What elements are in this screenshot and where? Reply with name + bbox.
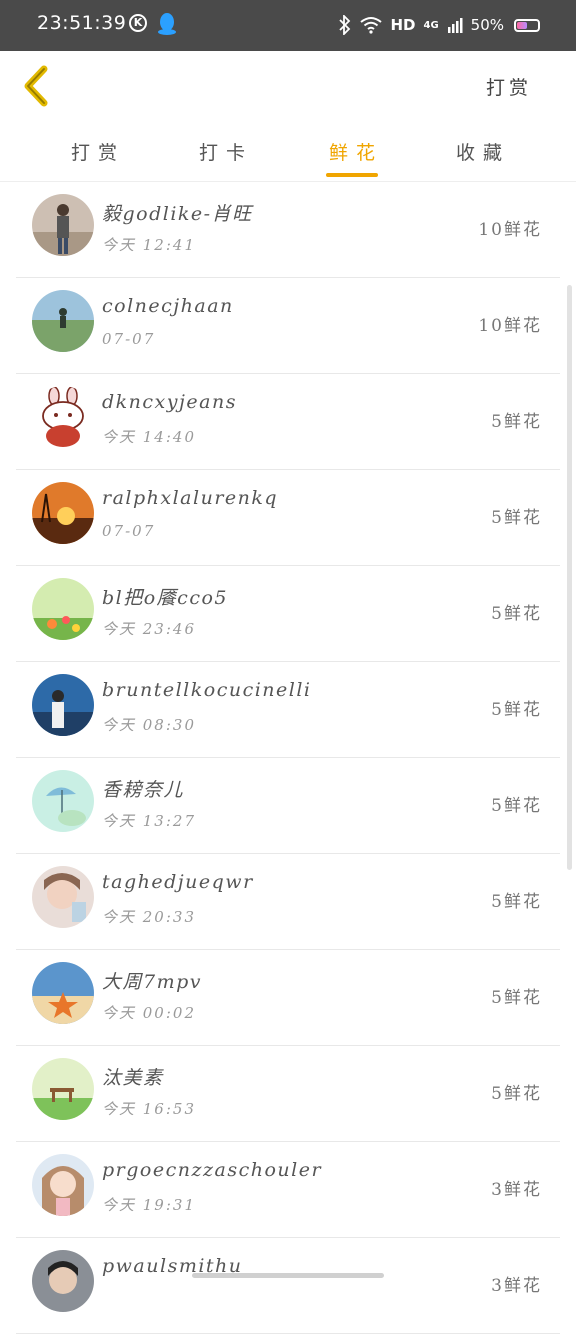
user-time: 今天 23:46: [102, 620, 196, 638]
avatar: [32, 770, 94, 832]
flower-count: 5鲜花: [491, 1084, 542, 1104]
list-item[interactable]: dkncxyjeans 今天 14:40 5鲜花: [16, 374, 560, 470]
list-item[interactable]: 香耪奈儿 今天 13:27 5鲜花: [16, 758, 560, 854]
user-time: 07-07: [102, 522, 156, 540]
user-time: 今天 16:53: [102, 1100, 196, 1118]
tab-checkin[interactable]: 打卡: [171, 138, 281, 165]
list-item[interactable]: bl把o餍cco5 今天 23:46 5鲜花: [16, 566, 560, 662]
k-badge-icon: K: [129, 14, 147, 32]
flower-count: 5鲜花: [491, 604, 542, 624]
avatar: [32, 578, 94, 640]
avatar: [32, 1154, 94, 1216]
user-name: 毅godlike-肖旺: [102, 203, 253, 225]
user-time: 今天 20:33: [102, 908, 196, 926]
list-item[interactable]: bruntellkocucinelli 今天 08:30 5鲜花: [16, 662, 560, 758]
avatar: [32, 1250, 94, 1312]
flower-count: 3鲜花: [491, 1276, 542, 1296]
flower-count: 10鲜花: [478, 220, 542, 240]
avatar: [32, 386, 94, 448]
status-bar: 23:51:39 K HD 4G 50%: [0, 0, 576, 51]
avatar: [32, 1058, 94, 1120]
qq-penguin-icon: [158, 13, 176, 35]
signal-icon: [447, 18, 463, 33]
list-item[interactable]: 汰美素 今天 16:53 5鲜花: [16, 1046, 560, 1142]
tab-reward[interactable]: 打赏: [43, 138, 153, 165]
flower-count: 5鲜花: [491, 412, 542, 432]
list-item[interactable]: prgoecnzzaschouler 今天 19:31 3鲜花: [16, 1142, 560, 1238]
hd-label: HD: [390, 16, 416, 34]
user-name: dkncxyjeans: [102, 391, 237, 413]
user-name: colnecjhaan: [102, 295, 234, 317]
flower-count: 3鲜花: [491, 1180, 542, 1200]
avatar: [32, 866, 94, 928]
flower-count: 5鲜花: [491, 508, 542, 528]
list-item[interactable]: 毅godlike-肖旺 今天 12:41 10鲜花: [16, 182, 560, 278]
flower-count: 5鲜花: [491, 988, 542, 1008]
battery-percent: 50%: [470, 16, 504, 34]
list-item[interactable]: 大周7mpv 今天 00:02 5鲜花: [16, 950, 560, 1046]
avatar: [32, 482, 94, 544]
bluetooth-icon: [339, 15, 351, 35]
avatar: [32, 194, 94, 256]
user-time: 今天 00:02: [102, 1004, 196, 1022]
flower-count: 5鲜花: [491, 796, 542, 816]
user-name: prgoecnzzaschouler: [102, 1159, 323, 1181]
flower-count: 5鲜花: [491, 700, 542, 720]
header: 打赏: [0, 51, 576, 121]
battery-icon: [514, 18, 540, 32]
flower-count: 5鲜花: [491, 892, 542, 912]
tab-favorites[interactable]: 收藏: [428, 138, 538, 165]
avatar: [32, 962, 94, 1024]
user-name: bruntellkocucinelli: [102, 679, 312, 701]
list-item[interactable]: taghedjueqwr 今天 20:33 5鲜花: [16, 854, 560, 950]
user-time: 今天 12:41: [102, 236, 196, 254]
avatar: [32, 290, 94, 352]
avatar: [32, 674, 94, 736]
wifi-icon: [360, 17, 383, 34]
user-name: bl把o餍cco5: [102, 587, 228, 609]
flower-list: 毅godlike-肖旺 今天 12:41 10鲜花 colnecjhaan 07…: [0, 182, 576, 1334]
user-name: taghedjueqwr: [102, 871, 254, 893]
user-time: 今天 19:31: [102, 1196, 196, 1214]
tab-bar: 打赏 打卡 鲜花 收藏: [0, 121, 576, 182]
tab-active-indicator: [326, 173, 378, 177]
header-reward-button[interactable]: 打赏: [486, 73, 532, 100]
flower-count: 10鲜花: [478, 316, 542, 336]
network-label: 4G: [423, 19, 439, 31]
home-indicator[interactable]: [192, 1273, 384, 1278]
user-time: 今天 08:30: [102, 716, 196, 734]
user-time: 今天 14:40: [102, 428, 196, 446]
list-item[interactable]: ralphxlalurenkq 07-07 5鲜花: [16, 470, 560, 566]
user-name: 汰美素: [102, 1067, 164, 1089]
tab-flowers[interactable]: 鲜花: [301, 138, 411, 165]
battery-fill: [517, 21, 527, 29]
back-arrow-icon[interactable]: [18, 63, 58, 109]
user-name: 大周7mpv: [102, 971, 203, 993]
list-item[interactable]: colnecjhaan 07-07 10鲜花: [16, 278, 560, 374]
user-time: 07-07: [102, 330, 156, 348]
list-item[interactable]: pwaulsmithu 3鲜花: [16, 1238, 560, 1334]
scrollbar[interactable]: [567, 285, 572, 870]
user-name: 香耪奈儿: [102, 779, 185, 801]
status-right: HD 4G 50%: [338, 14, 540, 36]
user-time: 今天 13:27: [102, 812, 196, 830]
status-time: 23:51:39: [37, 12, 127, 34]
user-name: ralphxlalurenkq: [102, 487, 279, 509]
